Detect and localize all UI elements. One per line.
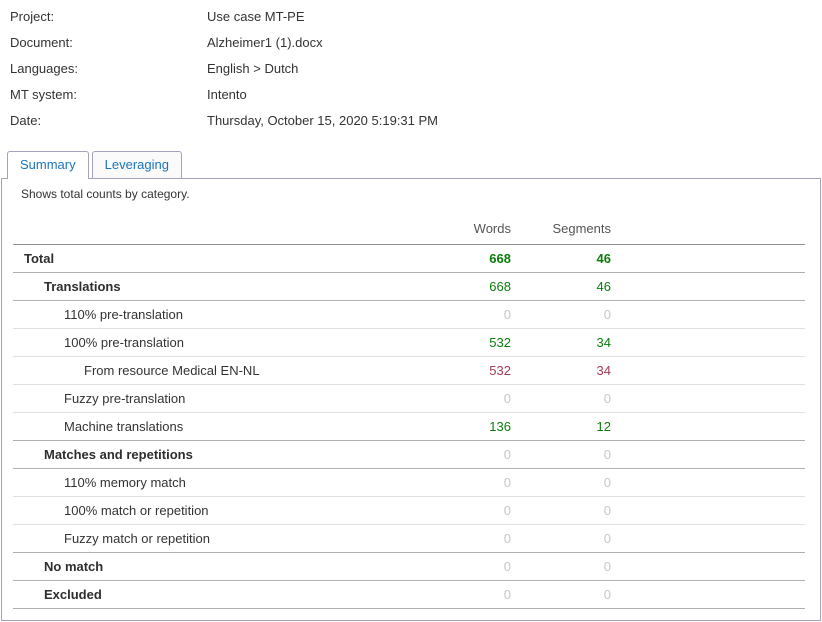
row-label: 100% match or repetition [13, 503, 411, 518]
mt-system-label: MT system: [10, 87, 207, 102]
info-row-languages: Languages: English > Dutch [10, 61, 822, 87]
words-column-header: Words [411, 221, 511, 236]
info-row-document: Document: Alzheimer1 (1).docx [10, 35, 822, 61]
segments-value: 34 [511, 335, 611, 350]
table-body: Total66846Translations66846110% pre-tran… [13, 245, 805, 609]
table-row: From resource Medical EN-NL53234 [13, 357, 805, 385]
panel-description: Shows total counts by category. [21, 187, 820, 201]
table-row: 110% memory match00 [13, 469, 805, 497]
words-value: 0 [411, 307, 511, 322]
table-row: Matches and repetitions00 [13, 441, 805, 469]
row-label: Fuzzy match or repetition [13, 531, 411, 546]
table-row: 100% pre-translation53234 [13, 329, 805, 357]
tab-summary[interactable]: Summary [7, 151, 89, 179]
project-value: Use case MT-PE [207, 9, 822, 24]
words-value: 0 [411, 559, 511, 574]
words-value: 668 [411, 251, 511, 266]
project-label: Project: [10, 9, 207, 24]
row-label: Translations [13, 279, 411, 294]
document-label: Document: [10, 35, 207, 50]
segments-value: 0 [511, 587, 611, 602]
row-label: Excluded [13, 587, 411, 602]
info-row-project: Project: Use case MT-PE [10, 9, 822, 35]
tab-bar: Summary Leveraging [7, 151, 822, 179]
row-label: No match [13, 559, 411, 574]
counts-table: Words Segments Total66846Translations668… [13, 201, 805, 609]
table-row: 110% pre-translation00 [13, 301, 805, 329]
words-value: 0 [411, 391, 511, 406]
row-label: Matches and repetitions [13, 447, 411, 462]
row-label: Total [13, 251, 411, 266]
document-value: Alzheimer1 (1).docx [207, 35, 822, 50]
segments-value: 34 [511, 363, 611, 378]
row-label: 110% memory match [13, 475, 411, 490]
table-row: Fuzzy pre-translation00 [13, 385, 805, 413]
languages-label: Languages: [10, 61, 207, 76]
words-value: 0 [411, 503, 511, 518]
row-label: 100% pre-translation [13, 335, 411, 350]
segments-value: 46 [511, 251, 611, 266]
summary-panel: Shows total counts by category. Words Se… [1, 178, 821, 621]
row-label: Fuzzy pre-translation [13, 391, 411, 406]
table-row: Translations66846 [13, 273, 805, 301]
info-row-mt-system: MT system: Intento [10, 87, 822, 113]
segments-value: 0 [511, 475, 611, 490]
segments-value: 0 [511, 391, 611, 406]
words-value: 0 [411, 531, 511, 546]
date-label: Date: [10, 113, 207, 128]
segments-value: 12 [511, 419, 611, 434]
row-label: From resource Medical EN-NL [13, 363, 411, 378]
segments-value: 46 [511, 279, 611, 294]
row-label: 110% pre-translation [13, 307, 411, 322]
words-value: 668 [411, 279, 511, 294]
segments-value: 0 [511, 503, 611, 518]
table-row: 100% match or repetition00 [13, 497, 805, 525]
table-row: Machine translations13612 [13, 413, 805, 441]
segments-value: 0 [511, 531, 611, 546]
row-label: Machine translations [13, 419, 411, 434]
info-row-date: Date: Thursday, October 15, 2020 5:19:31… [10, 113, 822, 139]
table-header-row: Words Segments [13, 201, 805, 245]
segments-value: 0 [511, 307, 611, 322]
table-row: Fuzzy match or repetition00 [13, 525, 805, 553]
segments-value: 0 [511, 447, 611, 462]
table-row: Excluded00 [13, 581, 805, 609]
words-value: 0 [411, 587, 511, 602]
mt-system-value: Intento [207, 87, 822, 102]
table-row: No match00 [13, 553, 805, 581]
date-value: Thursday, October 15, 2020 5:19:31 PM [207, 113, 822, 128]
words-value: 0 [411, 447, 511, 462]
words-value: 532 [411, 335, 511, 350]
segments-column-header: Segments [511, 221, 611, 236]
words-value: 136 [411, 419, 511, 434]
tab-leveraging[interactable]: Leveraging [92, 151, 182, 179]
words-value: 532 [411, 363, 511, 378]
languages-value: English > Dutch [207, 61, 822, 76]
report-info: Project: Use case MT-PE Document: Alzhei… [0, 0, 822, 139]
table-row: Total66846 [13, 245, 805, 273]
words-value: 0 [411, 475, 511, 490]
segments-value: 0 [511, 559, 611, 574]
